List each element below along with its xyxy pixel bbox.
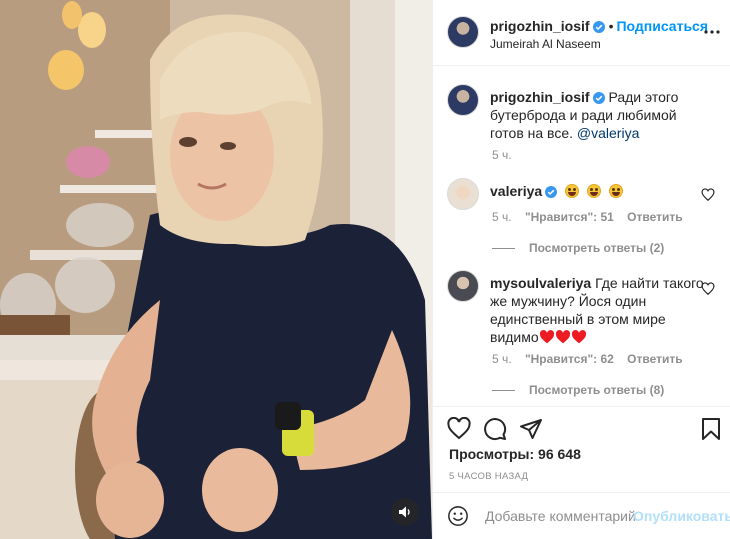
comment-like-heart-icon[interactable] (701, 282, 715, 296)
view-count: Просмотры: 96 648 (449, 446, 581, 462)
follow-button[interactable]: Подписаться (616, 18, 708, 34)
comment-time: 5 ч. (492, 210, 512, 224)
comment-avatar[interactable] (447, 178, 479, 210)
caption-username[interactable]: prigozhin_iosif (490, 89, 590, 105)
author-line: prigozhin_iosif • Подписаться (490, 18, 708, 34)
comment-like-heart-icon[interactable] (701, 188, 715, 202)
caption-mention[interactable]: @valeriya (577, 125, 639, 141)
comment-avatar[interactable] (447, 270, 479, 302)
comment-likes[interactable]: "Нравится": 62 (525, 352, 614, 366)
comment-meta: 5 ч. "Нравится": 51 Ответить (492, 210, 693, 224)
verified-badge-icon (592, 92, 605, 104)
post-header: prigozhin_iosif • Подписаться Jumeirah Al … (433, 0, 730, 66)
comment-text-block: mysoulvaleriya Где найти такого же мужчи… (490, 274, 705, 346)
replies-line (492, 390, 515, 392)
verified-badge-icon (545, 186, 558, 198)
comment-likes[interactable]: "Нравится": 51 (525, 210, 614, 224)
verified-badge-icon (592, 21, 605, 33)
grinning-emoji-icon (586, 184, 601, 198)
author-avatar[interactable] (447, 16, 479, 48)
instagram-post: prigozhin_iosif • Подписаться Jumeirah Al … (0, 0, 730, 539)
save-bookmark-icon[interactable] (699, 417, 723, 441)
comment-bubble-icon[interactable] (483, 417, 507, 441)
view-replies-label: Посмотреть ответы (8) (529, 383, 665, 397)
red-heart-emoji-icon (539, 330, 554, 344)
post-sidebar: prigozhin_iosif • Подписаться Jumeirah Al … (432, 0, 730, 539)
add-comment-bar: Опубликовать (433, 492, 730, 539)
view-replies-button[interactable]: Посмотреть ответы (2) (492, 241, 664, 255)
reply-button[interactable]: Ответить (627, 210, 682, 224)
publish-button[interactable]: Опубликовать (633, 508, 730, 524)
comment-meta: 5 ч. "Нравится": 62 Ответить (492, 352, 693, 366)
comment-username[interactable]: valeriya (490, 183, 542, 199)
share-paper-plane-icon[interactable] (519, 417, 543, 441)
view-replies-label: Посмотреть ответы (2) (529, 241, 665, 255)
video-frame (0, 0, 432, 539)
replies-line (492, 248, 515, 250)
grinning-emoji-icon (565, 184, 580, 198)
like-heart-icon[interactable] (447, 417, 471, 441)
sound-toggle-button[interactable] (391, 498, 419, 526)
grinning-emoji-icon (608, 184, 623, 198)
more-options-icon[interactable] (703, 25, 721, 39)
comment-text-block: valeriya (490, 182, 705, 200)
post-timestamp[interactable]: 5 часов назад (449, 471, 528, 482)
red-heart-emoji-icon (571, 330, 586, 344)
caption-meta: 5 ч. (492, 148, 522, 162)
red-heart-emoji-icon (555, 330, 570, 344)
sound-on-icon (399, 506, 410, 518)
emoji-smiley-icon[interactable] (447, 505, 469, 527)
caption-avatar[interactable] (447, 84, 479, 116)
caption-time: 5 ч. (492, 148, 512, 162)
comment-time: 5 ч. (492, 352, 512, 366)
post-video[interactable] (0, 0, 432, 539)
location-link[interactable]: Jumeirah Al Naseem (490, 37, 601, 51)
author-username[interactable]: prigozhin_iosif (490, 18, 590, 34)
view-replies-button[interactable]: Посмотреть ответы (8) (492, 383, 664, 397)
caption-text-block: prigozhin_iosif Ради этого бутерброда и … (490, 88, 705, 142)
reply-button[interactable]: Ответить (627, 352, 682, 366)
comment-input[interactable] (485, 505, 635, 527)
separator-dot: • (608, 18, 614, 34)
comments-list[interactable]: prigozhin_iosif Ради этого бутерброда и … (433, 66, 730, 406)
comment-username[interactable]: mysoulvaleriya (490, 275, 591, 291)
